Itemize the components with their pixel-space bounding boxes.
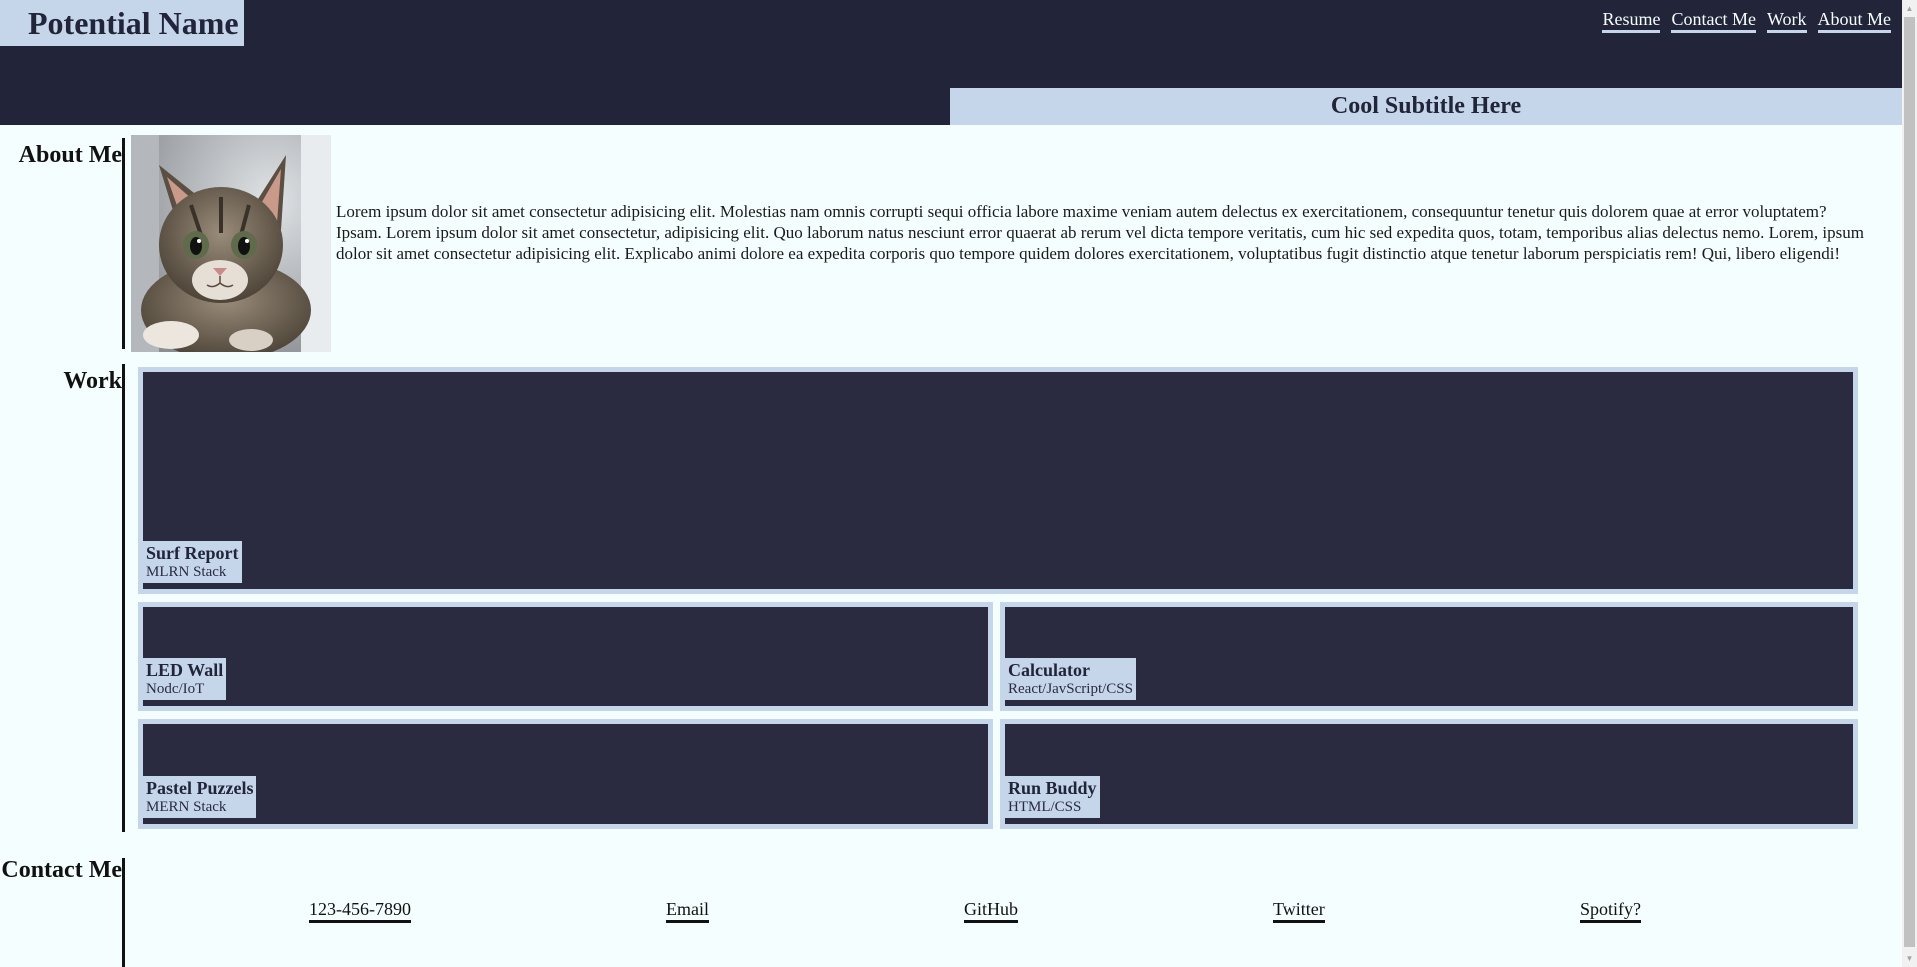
project-stack: MLRN Stack [146, 564, 227, 580]
vertical-scrollbar[interactable]: ▲ ▼ [1902, 0, 1917, 967]
scroll-down-arrow-icon[interactable]: ▼ [1902, 950, 1917, 967]
contact-link-spotify[interactable]: Spotify? [1580, 898, 1641, 923]
header: Potential Name Resume Contact Me Work Ab… [0, 0, 1902, 125]
scroll-up-arrow-icon[interactable]: ▲ [1902, 0, 1917, 17]
scroll-thumb[interactable] [1904, 17, 1915, 947]
section-divider-contact [122, 858, 125, 967]
project-card-pastel-puzzels[interactable]: Pastel Puzzels MERN Stack [138, 719, 993, 829]
nav-link-work[interactable]: Work [1766, 8, 1807, 33]
project-title: Calculator [1008, 660, 1090, 680]
contact-link-twitter[interactable]: Twitter [1273, 898, 1325, 923]
contact-link-phone[interactable]: 123-456-7890 [309, 898, 411, 923]
contact-link-github[interactable]: GitHub [964, 898, 1018, 923]
page: Potential Name Resume Contact Me Work Ab… [0, 0, 1917, 967]
project-stack: React/JavScript/CSS [1008, 681, 1133, 697]
kitten-photo [131, 135, 331, 352]
project-label: Run Buddy HTML/CSS [1005, 776, 1100, 818]
top-nav: Resume Contact Me Work About Me [1602, 8, 1891, 33]
section-heading-work: Work [63, 368, 122, 394]
subtitle-banner: Cool Subtitle Here [950, 88, 1902, 125]
project-title: LED Wall [146, 660, 224, 680]
about-paragraph: Lorem ipsum dolor sit amet consectetur a… [336, 202, 1864, 263]
contact-link-email[interactable]: Email [666, 898, 709, 923]
project-card-surf-report[interactable]: Surf Report MLRN Stack [138, 367, 1858, 594]
project-card-run-buddy[interactable]: Run Buddy HTML/CSS [1000, 719, 1858, 829]
project-title: Surf Report [146, 543, 239, 563]
section-heading-about-me: About Me [18, 142, 122, 168]
nav-link-about-me[interactable]: About Me [1817, 8, 1891, 33]
nav-link-contact-me[interactable]: Contact Me [1671, 8, 1756, 33]
project-title: Pastel Puzzels [146, 778, 254, 798]
project-label: Surf Report MLRN Stack [143, 541, 242, 583]
brand-title: Potential Name [0, 0, 244, 46]
project-card-led-wall[interactable]: LED Wall Nodc/IoT [138, 602, 993, 711]
section-divider-about [122, 138, 125, 349]
project-title: Run Buddy [1008, 778, 1097, 798]
project-card-calculator[interactable]: Calculator React/JavScript/CSS [1000, 602, 1858, 711]
project-label: Calculator React/JavScript/CSS [1005, 658, 1136, 700]
section-divider-work [122, 364, 125, 832]
section-heading-contact-me: Contact Me [1, 857, 122, 883]
project-stack: MERN Stack [146, 799, 227, 815]
project-label: Pastel Puzzels MERN Stack [143, 776, 257, 818]
project-stack: HTML/CSS [1008, 799, 1082, 815]
project-label: LED Wall Nodc/IoT [143, 658, 227, 700]
nav-link-resume[interactable]: Resume [1602, 8, 1661, 33]
project-stack: Nodc/IoT [146, 681, 205, 697]
